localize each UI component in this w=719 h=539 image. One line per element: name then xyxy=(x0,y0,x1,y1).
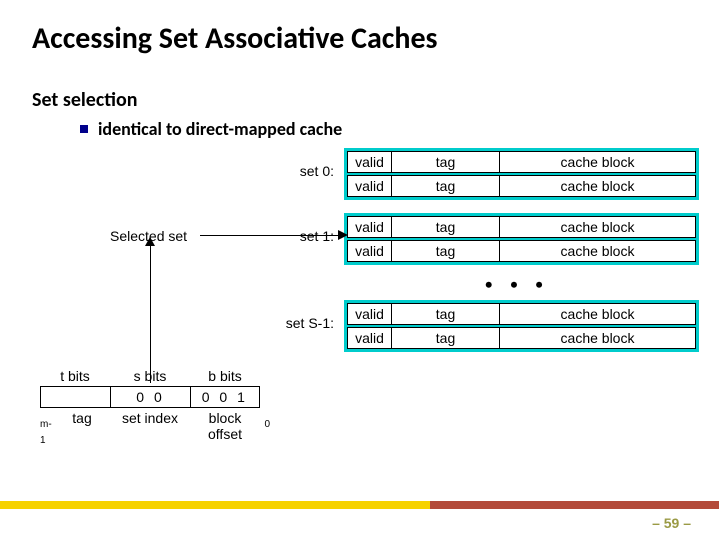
page-title: Accessing Set Associative Caches xyxy=(32,20,438,57)
set-group-0: valid tag cache block valid tag cache bl… xyxy=(344,148,699,200)
col-block: cache block xyxy=(500,152,695,172)
cache-line: valid tag cache block xyxy=(347,303,696,325)
col-block: cache block xyxy=(500,304,695,324)
col-block: cache block xyxy=(500,176,695,196)
page-number: – 59 – xyxy=(652,515,691,531)
address-box: 0 0 0 0 1 xyxy=(40,386,260,408)
s-bits-label: s bits xyxy=(110,368,190,384)
cache-line: valid tag cache block xyxy=(347,175,696,197)
col-valid: valid xyxy=(348,217,392,237)
address-fields: t bits s bits b bits 0 0 0 0 1 m-1 tag s… xyxy=(40,368,270,442)
col-valid: valid xyxy=(348,176,392,196)
block-offset-bottom-label: block offset xyxy=(190,410,260,442)
cache-line: valid tag cache block xyxy=(347,216,696,238)
bullet-item: identical to direct-mapped cache xyxy=(80,118,342,140)
col-tag: tag xyxy=(392,217,500,237)
bullet-text: identical to direct-mapped cache xyxy=(98,118,342,140)
set-label-1: set 1: xyxy=(264,228,334,244)
section-subtitle: Set selection xyxy=(32,88,137,112)
col-tag: tag xyxy=(392,328,500,348)
footer-yellow xyxy=(0,501,430,509)
col-valid: valid xyxy=(348,328,392,348)
cache-line: valid tag cache block xyxy=(347,327,696,349)
col-tag: tag xyxy=(392,152,500,172)
b-bits-label: b bits xyxy=(190,368,260,384)
footer-divider xyxy=(0,501,719,509)
set-index-field: 0 0 xyxy=(110,387,189,407)
set-group-s1: valid tag cache block valid tag cache bl… xyxy=(344,300,699,352)
col-valid: valid xyxy=(348,152,392,172)
arrow-line xyxy=(200,235,340,236)
col-tag: tag xyxy=(392,241,500,261)
set-label-s1: set S-1: xyxy=(264,315,334,331)
zero-label: 0 xyxy=(260,410,270,442)
arrow-up-icon xyxy=(145,237,155,246)
set-group-1: valid tag cache block valid tag cache bl… xyxy=(344,213,699,265)
arrow-right-icon xyxy=(338,230,348,240)
footer-red xyxy=(430,501,719,509)
col-valid: valid xyxy=(348,304,392,324)
col-block: cache block xyxy=(500,328,695,348)
set-index-bottom-label: set index xyxy=(110,410,190,442)
col-tag: tag xyxy=(392,176,500,196)
t-bits-label: t bits xyxy=(40,368,110,384)
tag-field xyxy=(41,387,110,407)
col-block: cache block xyxy=(500,241,695,261)
ellipsis-icon: • • • xyxy=(485,272,549,298)
col-tag: tag xyxy=(392,304,500,324)
set-label-0: set 0: xyxy=(264,163,334,179)
col-block: cache block xyxy=(500,217,695,237)
block-offset-field: 0 0 1 xyxy=(190,387,259,407)
m-1-label: m-1 xyxy=(40,410,54,442)
arrow-line-vertical xyxy=(150,243,151,383)
cache-line: valid tag cache block xyxy=(347,151,696,173)
cache-line: valid tag cache block xyxy=(347,240,696,262)
bullet-square-icon xyxy=(80,125,88,133)
col-valid: valid xyxy=(348,241,392,261)
tag-bottom-label: tag xyxy=(54,410,110,442)
